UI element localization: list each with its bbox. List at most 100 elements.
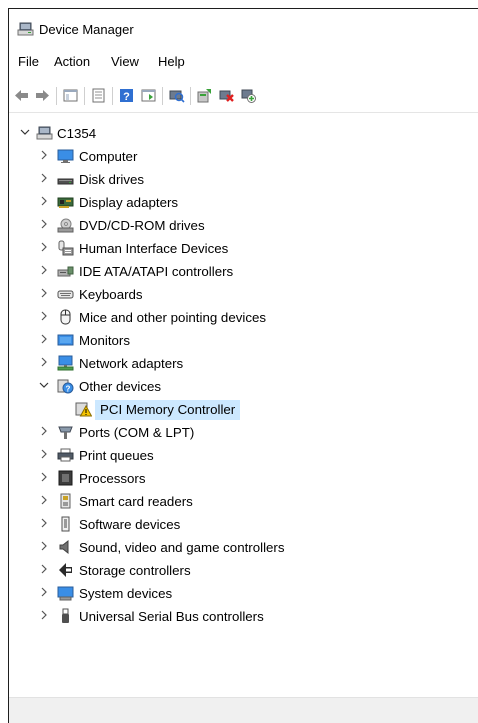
tree-item-software-devices[interactable]: Software devices <box>9 514 478 534</box>
chevron-down-icon[interactable] <box>39 379 49 391</box>
toolbar-separator <box>84 87 85 105</box>
chevron-right-icon[interactable] <box>39 264 49 276</box>
tree-item-label: Print queues <box>79 448 154 463</box>
add-legacy-hardware-icon[interactable] <box>240 87 257 104</box>
svg-text:?: ? <box>123 91 130 103</box>
tree-item-ide-ata-atapi-controllers[interactable]: IDE ATA/ATAPI controllers <box>9 261 478 281</box>
tree-item-smart-card-readers[interactable]: Smart card readers <box>9 491 478 511</box>
tree-item-label: Display adapters <box>79 195 179 210</box>
tree-item-label: Monitors <box>79 333 130 348</box>
tree-item-monitors[interactable]: Monitors <box>9 330 478 350</box>
keyboard-icon <box>57 286 74 302</box>
tree-item-label: System devices <box>79 586 173 601</box>
tree-item-label: Other devices <box>79 379 162 394</box>
tree-item-dvd-cd-rom-drives[interactable]: DVD/CD-ROM drives <box>9 215 478 235</box>
chevron-down-icon[interactable] <box>20 126 30 138</box>
chevron-right-icon[interactable] <box>39 471 49 483</box>
properties-icon[interactable] <box>90 87 107 104</box>
menu-action[interactable]: Action <box>51 54 93 69</box>
chevron-right-icon[interactable] <box>39 448 49 460</box>
action-pane-icon[interactable] <box>140 87 157 104</box>
tree-root[interactable]: C1354 <box>9 123 478 143</box>
computer-tree-root-icon <box>36 125 53 141</box>
tree-item-label: IDE ATA/ATAPI controllers <box>79 264 234 279</box>
menu-bar: File Action View Help <box>9 51 478 73</box>
chevron-right-icon[interactable] <box>39 540 49 552</box>
tree-item-ports[interactable]: Ports (COM & LPT) <box>9 422 478 442</box>
monitor-icon <box>57 332 74 348</box>
tree-item-label: Keyboards <box>79 287 143 302</box>
tree-item-pci-memory-controller[interactable]: PCI Memory Controller <box>9 399 478 420</box>
hid-icon <box>57 240 74 256</box>
tree-item-display-adapters[interactable]: Display adapters <box>9 192 478 212</box>
toolbar-separator <box>112 87 113 105</box>
back-arrow-icon[interactable] <box>13 87 30 104</box>
tree-item-label: Sound, video and game controllers <box>79 540 285 555</box>
help-icon[interactable]: ? <box>118 87 135 104</box>
tree-item-label: Human Interface Devices <box>79 241 229 256</box>
printer-icon <box>57 447 74 463</box>
chevron-right-icon[interactable] <box>39 149 49 161</box>
other-devices-icon: ? <box>57 378 74 394</box>
display-adapter-icon <box>57 194 74 210</box>
usb-icon <box>57 608 74 624</box>
system-device-icon <box>57 585 74 601</box>
tree-item-system-devices[interactable]: System devices <box>9 583 478 603</box>
uninstall-device-icon[interactable] <box>218 87 235 104</box>
update-driver-icon[interactable] <box>196 87 213 104</box>
tree-item-sound-video-game-controllers[interactable]: Sound, video and game controllers <box>9 537 478 557</box>
storage-controller-icon <box>57 562 74 578</box>
chevron-right-icon[interactable] <box>39 333 49 345</box>
tree-item-label: Mice and other pointing devices <box>79 310 267 325</box>
chevron-right-icon[interactable] <box>39 287 49 299</box>
chevron-right-icon[interactable] <box>39 218 49 230</box>
toolbar-separator <box>56 87 57 105</box>
chevron-right-icon[interactable] <box>39 241 49 253</box>
chevron-right-icon[interactable] <box>39 356 49 368</box>
disk-drive-icon <box>57 171 74 187</box>
tree-item-label: DVD/CD-ROM drives <box>79 218 205 233</box>
toolbar-separator <box>162 87 163 105</box>
chevron-right-icon[interactable] <box>39 586 49 598</box>
network-adapter-icon <box>57 355 74 371</box>
chevron-right-icon[interactable] <box>39 425 49 437</box>
tree-item-label: PCI Memory Controller <box>95 400 241 420</box>
chevron-right-icon[interactable] <box>39 609 49 621</box>
menu-file[interactable]: File <box>15 54 42 69</box>
chevron-right-icon[interactable] <box>39 563 49 575</box>
chevron-right-icon[interactable] <box>39 195 49 207</box>
window-title: Device Manager <box>39 22 134 37</box>
tree-item-print-queues[interactable]: Print queues <box>9 445 478 465</box>
tree-item-human-interface-devices[interactable]: Human Interface Devices <box>9 238 478 258</box>
tree-item-storage-controllers[interactable]: Storage controllers <box>9 560 478 580</box>
tree-item-label: Processors <box>79 471 146 486</box>
tree-item-network-adapters[interactable]: Network adapters <box>9 353 478 373</box>
device-manager-icon <box>17 21 34 37</box>
chevron-right-icon[interactable] <box>39 494 49 506</box>
port-icon <box>57 424 74 440</box>
smart-card-icon <box>57 493 74 509</box>
chevron-right-icon[interactable] <box>39 517 49 529</box>
tree-item-computer[interactable]: Computer <box>9 146 478 166</box>
tree-item-processors[interactable]: Processors <box>9 468 478 488</box>
tree-item-label: Ports (COM & LPT) <box>79 425 195 440</box>
tree-item-label: Universal Serial Bus controllers <box>79 609 264 624</box>
device-tree[interactable]: C1354 Computer Disk drives Display adapt… <box>9 112 478 700</box>
menu-help[interactable]: Help <box>155 54 188 69</box>
forward-arrow-icon[interactable] <box>34 87 51 104</box>
tree-item-mice[interactable]: Mice and other pointing devices <box>9 307 478 327</box>
tree-item-keyboards[interactable]: Keyboards <box>9 284 478 304</box>
tree-item-other-devices[interactable]: ? Other devices <box>9 376 478 396</box>
tree-item-label: Network adapters <box>79 356 184 371</box>
tree-item-label: Software devices <box>79 517 181 532</box>
tree-item-disk-drives[interactable]: Disk drives <box>9 169 478 189</box>
chevron-right-icon[interactable] <box>39 172 49 184</box>
scan-hardware-changes-icon[interactable] <box>168 87 185 104</box>
warning-device-icon <box>75 401 93 417</box>
chevron-right-icon[interactable] <box>39 310 49 322</box>
title-bar[interactable]: Device Manager <box>9 9 478 47</box>
menu-view[interactable]: View <box>108 54 142 69</box>
tree-item-usb-controllers[interactable]: Universal Serial Bus controllers <box>9 606 478 626</box>
show-hide-console-tree-icon[interactable] <box>62 87 79 104</box>
software-device-icon <box>57 516 74 532</box>
